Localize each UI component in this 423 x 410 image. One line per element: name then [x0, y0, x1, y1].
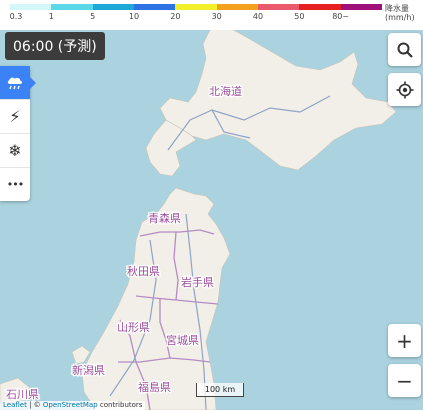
- attribution-tail: contributors: [97, 401, 143, 409]
- legend-swatch: [10, 4, 52, 10]
- leaflet-link[interactable]: Leaflet: [3, 401, 27, 409]
- rain-cloud-icon: [7, 77, 22, 89]
- more-layers-button[interactable]: •••: [0, 168, 30, 201]
- zoom-in-button[interactable]: +: [388, 324, 421, 357]
- legend-swatch: [133, 4, 176, 10]
- precipitation-legend: 0.3 1 5 10 20 30 40 50 80~ 降水量 (mm/h): [0, 0, 423, 30]
- legend-swatch: [51, 4, 93, 10]
- legend-tick-label: 0.3: [9, 12, 23, 21]
- label-iwate: 岩手県: [181, 275, 214, 289]
- map-attribution: Leaflet | © OpenStreetMap contributors: [0, 401, 146, 410]
- legend-tick-label: 50: [294, 12, 305, 21]
- legend-tick-label: 10: [128, 12, 140, 21]
- label-niigata: 新潟県: [72, 363, 105, 377]
- map-canvas[interactable]: 北海道 青森県 秋田県 岩手県 山形県 宮城県 新潟県 福島県 石川県: [0, 0, 423, 410]
- legend-unit: (mm/h): [385, 13, 415, 22]
- label-aomori: 青森県: [148, 211, 181, 225]
- scale-bar: 100 km: [196, 383, 244, 397]
- label-fukushima: 福島県: [138, 380, 171, 394]
- legend-color-bar: [10, 4, 382, 10]
- label-miyagi: 宮城県: [166, 333, 199, 347]
- locate-button[interactable]: [388, 73, 421, 106]
- legend-swatch: [175, 4, 217, 10]
- label-akita: 秋田県: [127, 264, 160, 278]
- legend-swatch: [216, 4, 258, 10]
- label-hokkaido: 北海道: [209, 84, 242, 98]
- thunder-layer-button[interactable]: ⚡: [0, 100, 30, 134]
- lake: [321, 43, 339, 53]
- lightning-icon: ⚡: [9, 107, 21, 126]
- legend-tick-label: 1: [48, 12, 54, 21]
- label-yamagata: 山形県: [117, 321, 150, 334]
- attribution-separator: | ©: [26, 401, 43, 409]
- more-dots-icon: •••: [6, 178, 24, 191]
- plus-icon: +: [396, 328, 413, 353]
- legend-tick-label: 30: [211, 12, 222, 21]
- snow-layer-button[interactable]: ❄: [0, 134, 30, 168]
- forecast-time-badge[interactable]: 06:00 (予測): [5, 32, 105, 60]
- zoom-out-button[interactable]: −: [388, 364, 421, 397]
- snowflake-icon: ❄: [8, 141, 22, 160]
- legend-swatch: [299, 4, 341, 10]
- legend-swatch: [340, 4, 382, 10]
- legend-tick-label: 5: [90, 12, 96, 21]
- locate-icon: [396, 81, 413, 98]
- legend-tick-label: 40: [252, 12, 264, 21]
- legend-tick-label: 80~: [332, 12, 350, 21]
- minus-icon: −: [396, 368, 413, 393]
- label-ishikawa: 石川県: [6, 388, 39, 401]
- search-button[interactable]: [388, 33, 421, 66]
- rain-layer-button[interactable]: [0, 66, 36, 100]
- search-icon: [397, 42, 413, 58]
- legend-tick-label: 20: [170, 12, 181, 21]
- layer-toolbar: ⚡ ❄ •••: [0, 66, 36, 201]
- osm-link[interactable]: OpenStreetMap: [43, 401, 98, 409]
- legend-swatch: [257, 4, 300, 10]
- legend-swatch: [92, 4, 134, 10]
